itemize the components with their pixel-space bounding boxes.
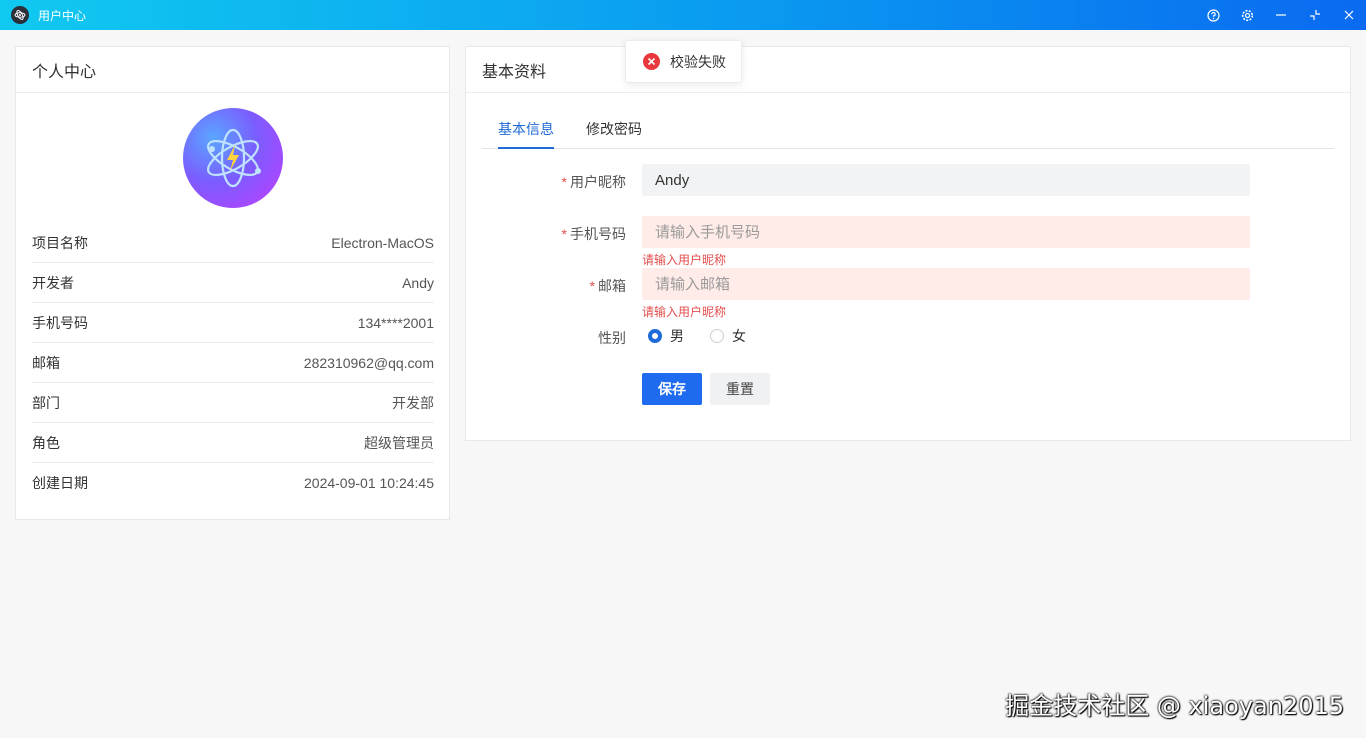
tab-active-indicator <box>498 147 554 149</box>
info-row-email: 邮箱 282310962@qq.com <box>32 343 434 383</box>
window-controls <box>1196 0 1366 30</box>
settings-card: 基本资料 基本信息 修改密码 *用户昵称 *手机号码 请输入用户昵称 *邮箱 请… <box>465 46 1351 441</box>
electron-atom-icon <box>207 128 261 188</box>
info-value: 282310962@qq.com <box>303 354 434 371</box>
gender-radio-male[interactable]: 男 <box>648 326 684 346</box>
profile-card-title: 个人中心 <box>16 47 449 93</box>
avatar <box>183 108 283 208</box>
phone-label: * 手机号码 <box>561 226 626 242</box>
nickname-input[interactable] <box>642 164 1250 196</box>
restore-icon[interactable] <box>1298 0 1332 30</box>
info-value: 134****2001 <box>357 314 434 331</box>
info-label: 手机号码 <box>32 314 88 331</box>
info-label: 邮箱 <box>32 354 60 371</box>
info-value: 开发部 <box>392 394 434 411</box>
email-label: * 邮箱 <box>589 278 626 294</box>
info-row-developer: 开发者 Andy <box>32 263 434 303</box>
gender-radio-female[interactable]: 女 <box>710 326 746 346</box>
info-label: 开发者 <box>32 274 74 291</box>
title-bar: 用户中心 <box>0 0 1366 30</box>
gender-label: 性别 <box>598 330 626 346</box>
close-icon[interactable] <box>1332 0 1366 30</box>
info-label: 创建日期 <box>32 475 88 491</box>
info-value: Andy <box>402 274 434 291</box>
radio-checked-icon[interactable] <box>648 329 662 343</box>
reset-button[interactable]: 重置 <box>710 373 770 405</box>
help-icon[interactable] <box>1196 0 1230 30</box>
info-label: 角色 <box>32 434 60 451</box>
profile-card: 个人中心 项目名称 Electron-MacOS 开发者 Andy 手机号码 1… <box>15 46 450 520</box>
tab-basic-info[interactable]: 基本信息 <box>498 119 554 139</box>
tab-change-password[interactable]: 修改密码 <box>586 119 642 139</box>
info-row-department: 部门 开发部 <box>32 383 434 423</box>
info-row-project: 项目名称 Electron-MacOS <box>32 223 434 263</box>
info-value: 2024-09-01 10:24:45 <box>304 475 434 491</box>
info-value: Electron-MacOS <box>331 234 434 251</box>
phone-input[interactable] <box>642 216 1250 248</box>
gender-radio-group: 男 女 <box>648 326 772 346</box>
email-error-message: 请输入用户昵称 <box>642 305 727 319</box>
gender-female-label: 女 <box>732 328 746 344</box>
app-logo-icon <box>11 6 29 24</box>
window-title: 用户中心 <box>38 8 87 23</box>
profile-info-list: 项目名称 Electron-MacOS 开发者 Andy 手机号码 134***… <box>32 223 434 503</box>
info-row-phone: 手机号码 134****2001 <box>32 303 434 343</box>
info-row-role: 角色 超级管理员 <box>32 423 434 463</box>
gender-male-label: 男 <box>670 328 684 344</box>
info-value: 超级管理员 <box>364 434 434 451</box>
radio-unchecked-icon[interactable] <box>710 329 724 343</box>
gear-icon[interactable] <box>1230 0 1264 30</box>
watermark: 掘金技术社区 @ xiaoyan2015 <box>1005 692 1344 720</box>
info-label: 项目名称 <box>32 234 88 251</box>
info-label: 部门 <box>32 394 60 411</box>
settings-tabs: 基本信息 修改密码 <box>482 111 1334 149</box>
email-input[interactable] <box>642 268 1250 300</box>
nickname-label: * 用户昵称 <box>561 174 626 190</box>
phone-error-message: 请输入用户昵称 <box>642 253 727 267</box>
toast-message: 校验失败 <box>670 53 726 70</box>
save-button[interactable]: 保存 <box>642 373 702 405</box>
minimize-icon[interactable] <box>1264 0 1298 30</box>
settings-card-title: 基本资料 <box>466 47 1350 93</box>
info-row-created: 创建日期 2024-09-01 10:24:45 <box>32 463 434 503</box>
error-toast: 校验失败 <box>625 40 742 83</box>
error-icon <box>643 53 660 70</box>
